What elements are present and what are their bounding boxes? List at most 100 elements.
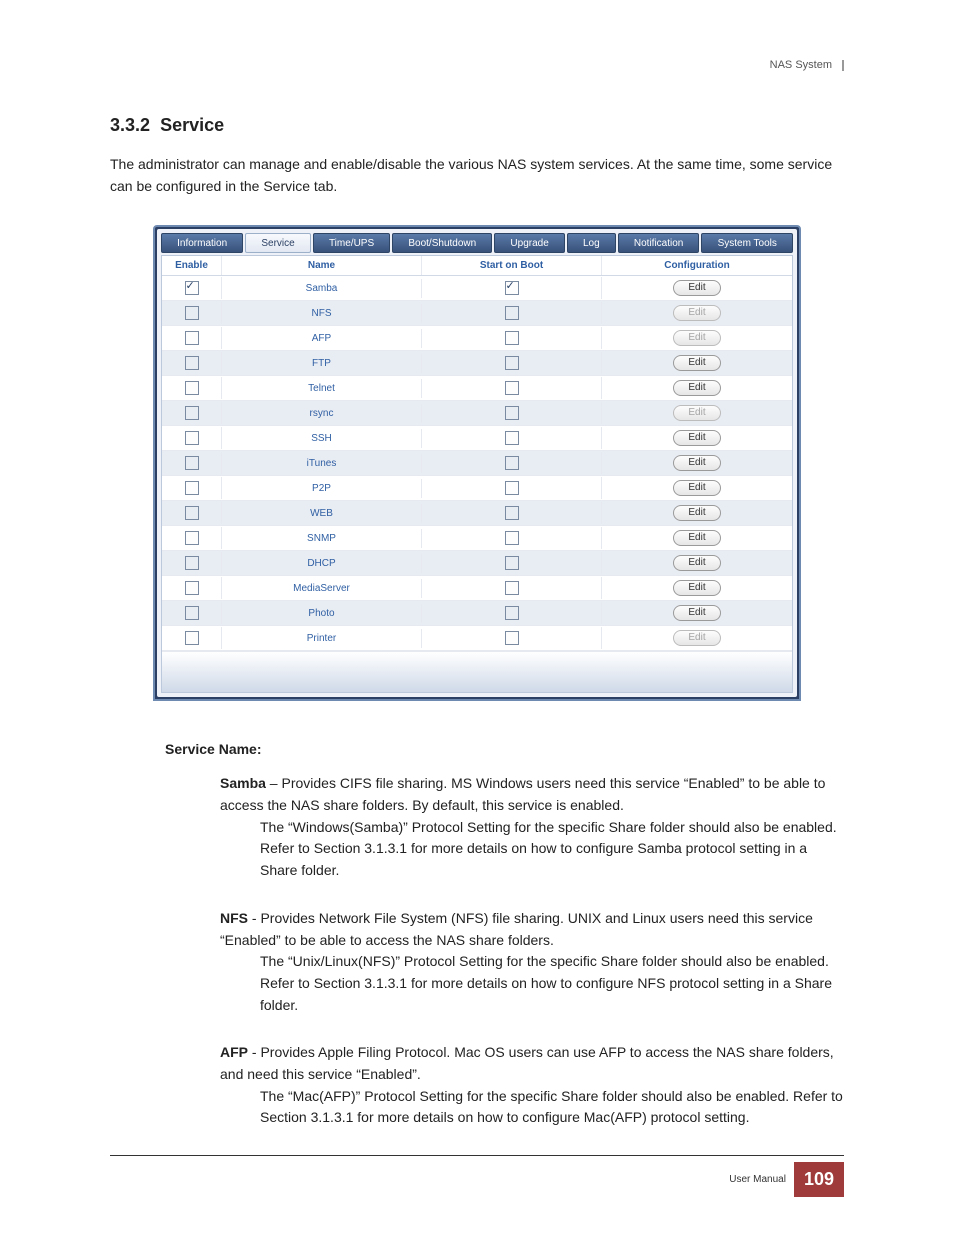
enable-checkbox[interactable] [185,581,199,595]
service-description: AFP - Provides Apple Filing Protocol. Ma… [165,1042,844,1129]
tab-information[interactable]: Information [161,233,243,253]
section-number: 3.3.2 [110,115,150,135]
service-name-link[interactable]: Printer [307,633,336,644]
col-start: Start on Boot [422,256,602,275]
service-name-link[interactable]: DHCP [307,558,335,569]
service-desc-name: Samba [220,775,266,791]
enable-checkbox[interactable] [185,356,199,370]
footer-label: User Manual [729,1174,786,1185]
table-row: P2P Edit [162,476,792,501]
start-on-boot-checkbox[interactable] [505,556,519,570]
edit-button[interactable]: Edit [673,280,720,296]
edit-button[interactable]: Edit [673,480,720,496]
table-header: Enable Name Start on Boot Configuration [162,256,792,276]
service-name-link[interactable]: AFP [312,333,331,344]
start-on-boot-checkbox[interactable] [505,456,519,470]
table-row: rsync Edit [162,401,792,426]
service-name-link[interactable]: NFS [312,308,332,319]
col-enable: Enable [162,256,222,275]
col-conf: Configuration [602,256,792,275]
start-on-boot-checkbox[interactable] [505,506,519,520]
table-row: Samba Edit [162,276,792,301]
enable-checkbox[interactable] [185,606,199,620]
table-row: FTP Edit [162,351,792,376]
enable-checkbox[interactable] [185,381,199,395]
start-on-boot-checkbox[interactable] [505,406,519,420]
service-table: Enable Name Start on Boot Configuration … [161,255,793,693]
enable-checkbox[interactable] [185,506,199,520]
tab-time-ups[interactable]: Time/UPS [313,233,390,253]
enable-checkbox[interactable] [185,631,199,645]
service-name-link[interactable]: Telnet [308,383,335,394]
table-row: AFP Edit [162,326,792,351]
section-heading: 3.3.2 Service [110,115,844,136]
edit-button[interactable]: Edit [673,505,720,521]
page-number: 109 [794,1162,844,1197]
start-on-boot-checkbox[interactable] [505,481,519,495]
table-row: PrinterEdit [162,626,792,651]
table-row: Telnet Edit [162,376,792,401]
service-desc-name: AFP [220,1044,248,1060]
tab-log[interactable]: Log [567,233,616,253]
table-row: iTunes Edit [162,451,792,476]
tab-notification[interactable]: Notification [618,233,700,253]
start-on-boot-checkbox[interactable] [505,606,519,620]
header-product: NAS System [770,60,844,71]
tab-boot-shutdown[interactable]: Boot/Shutdown [392,233,492,253]
edit-button[interactable]: Edit [673,355,720,371]
service-name-link[interactable]: Samba [306,283,338,294]
tab-bar: InformationServiceTime/UPSBoot/ShutdownU… [161,233,793,253]
service-name-link[interactable]: Photo [308,608,334,619]
tab-upgrade[interactable]: Upgrade [494,233,565,253]
edit-button[interactable]: Edit [673,455,720,471]
service-name-link[interactable]: FTP [312,358,331,369]
edit-button: Edit [673,405,720,421]
start-on-boot-checkbox[interactable] [505,281,519,295]
enable-checkbox[interactable] [185,456,199,470]
service-panel: InformationServiceTime/UPSBoot/ShutdownU… [153,225,801,701]
enable-checkbox[interactable] [185,306,199,320]
table-row: NFS Edit [162,301,792,326]
section-intro: The administrator can manage and enable/… [110,154,844,197]
edit-button[interactable]: Edit [673,430,720,446]
edit-button[interactable]: Edit [673,555,720,571]
col-name: Name [222,256,422,275]
enable-checkbox[interactable] [185,406,199,420]
tab-system-tools[interactable]: System Tools [701,233,793,253]
tab-service[interactable]: Service [245,233,311,253]
table-row: DHCP Edit [162,551,792,576]
service-name-link[interactable]: SSH [311,433,332,444]
enable-checkbox[interactable] [185,331,199,345]
service-desc-body: The “Windows(Samba)” Protocol Setting fo… [220,817,844,882]
edit-button: Edit [673,330,720,346]
service-description: NFS - Provides Network File System (NFS)… [165,908,844,1016]
start-on-boot-checkbox[interactable] [505,381,519,395]
edit-button: Edit [673,305,720,321]
service-name-label: Service Name: [165,741,844,757]
enable-checkbox[interactable] [185,431,199,445]
footer-rule [110,1155,844,1156]
start-on-boot-checkbox[interactable] [505,631,519,645]
enable-checkbox[interactable] [185,531,199,545]
enable-checkbox[interactable] [185,281,199,295]
service-name-link[interactable]: SNMP [307,533,336,544]
edit-button[interactable]: Edit [673,605,720,621]
edit-button[interactable]: Edit [673,380,720,396]
service-name-link[interactable]: rsync [310,408,334,419]
start-on-boot-checkbox[interactable] [505,331,519,345]
enable-checkbox[interactable] [185,556,199,570]
service-name-link[interactable]: WEB [310,508,333,519]
service-name-link[interactable]: iTunes [307,458,337,469]
service-name-link[interactable]: P2P [312,483,331,494]
start-on-boot-checkbox[interactable] [505,431,519,445]
edit-button[interactable]: Edit [673,530,720,546]
start-on-boot-checkbox[interactable] [505,531,519,545]
service-name-link[interactable]: MediaServer [293,583,350,594]
start-on-boot-checkbox[interactable] [505,581,519,595]
edit-button[interactable]: Edit [673,580,720,596]
start-on-boot-checkbox[interactable] [505,306,519,320]
start-on-boot-checkbox[interactable] [505,356,519,370]
page-footer: User Manual 109 [110,1162,844,1197]
enable-checkbox[interactable] [185,481,199,495]
table-row: Photo Edit [162,601,792,626]
